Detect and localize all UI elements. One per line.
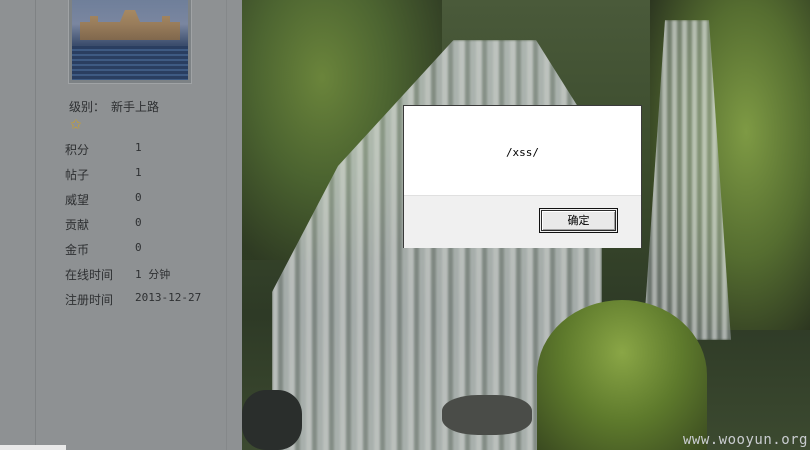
divider — [35, 0, 36, 450]
profile-sidebar: 级别： 新手上路 ✩ 积分 1 帖子 1 威望 0 贡献 0 金币 0 在线时间 … — [0, 0, 242, 450]
avatar-image — [72, 0, 188, 80]
avatar[interactable] — [68, 0, 192, 84]
stat-label: 威望 — [65, 193, 90, 207]
star-icon: ✩ — [70, 117, 82, 133]
level-label: 级别： — [69, 100, 106, 114]
user-level: 级别： 新手上路 — [69, 98, 159, 115]
stat-value: 0 — [135, 191, 142, 204]
stat-label: 贡献 — [65, 218, 90, 232]
mossy-rock — [537, 300, 707, 450]
stat-label: 帖子 — [65, 168, 90, 182]
stat-label: 积分 — [65, 143, 90, 157]
stat-row-online-time: 在线时间 1 分钟 — [65, 266, 235, 291]
alert-message: /xss/ — [505, 146, 540, 159]
stat-label: 在线时间 — [65, 268, 114, 282]
avatar-building — [80, 10, 180, 40]
stat-value: 2013-12-27 — [135, 291, 202, 304]
stat-label: 金币 — [65, 243, 90, 257]
avatar-water — [72, 46, 188, 80]
stat-label: 注册时间 — [65, 293, 114, 307]
bottom-bar — [0, 445, 66, 450]
stat-value: 1 — [135, 166, 142, 179]
rock — [242, 390, 302, 450]
stat-value: 0 — [135, 241, 142, 254]
stat-value: 1 分钟 — [135, 268, 171, 281]
user-stats: 积分 1 帖子 1 威望 0 贡献 0 金币 0 在线时间 1 分钟 注册时间 … — [65, 141, 235, 316]
alert-footer: 确定 — [404, 195, 641, 248]
stat-row-coins: 金币 0 — [65, 241, 235, 266]
stat-row-prestige: 威望 0 — [65, 191, 235, 216]
stat-row-points: 积分 1 — [65, 141, 235, 166]
stat-row-contribution: 贡献 0 — [65, 216, 235, 241]
level-value[interactable]: 新手上路 — [111, 100, 159, 114]
alert-dialog: /xss/ 确定 — [403, 105, 642, 248]
stat-value: 1 — [135, 141, 142, 154]
stat-row-posts: 帖子 1 — [65, 166, 235, 191]
watermark: www.wooyun.org — [682, 432, 808, 448]
rock — [442, 395, 532, 435]
stat-row-register-date: 注册时间 2013-12-27 — [65, 291, 235, 316]
ok-button[interactable]: 确定 — [541, 210, 616, 231]
stat-value: 0 — [135, 216, 142, 229]
